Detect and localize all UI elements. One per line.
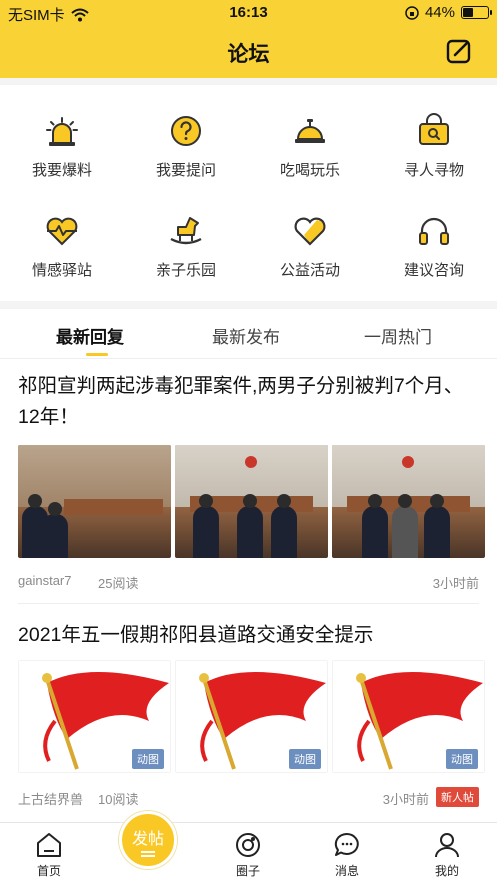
chat-bubble-icon: [334, 832, 359, 856]
post-images: 动图 动图 动图: [18, 660, 485, 773]
post-images: [18, 445, 485, 558]
category-baoliao[interactable]: 我要爆料: [0, 85, 124, 185]
post-title[interactable]: 2021年五一假期祁阳县道路交通安全提示: [18, 620, 479, 651]
heart-band-icon: [294, 217, 326, 246]
category-gongyi[interactable]: 公益活动: [248, 185, 372, 285]
orientation-lock-icon: [405, 5, 419, 20]
courtroom-photo: [332, 445, 485, 558]
nav-home[interactable]: 首页: [19, 831, 79, 879]
compose-icon[interactable]: [445, 37, 473, 65]
rocking-horse-icon: [170, 217, 202, 245]
post-image[interactable]: 动图: [175, 660, 328, 773]
category-label: 我要爆料: [31, 162, 92, 179]
nav-label: 圈子: [235, 864, 260, 878]
red-flag-image: 动图: [332, 660, 485, 773]
category-label: 吃喝玩乐: [279, 162, 340, 179]
category-xunren[interactable]: 寻人寻物: [372, 85, 496, 185]
post-time: 3小时前: [432, 576, 479, 591]
post-image[interactable]: [18, 445, 171, 558]
post-feed: 祁阳宣判两起涉毒犯罪案件,两男子分别被判7个月、12年！ gainstar7 2…: [0, 359, 497, 822]
circle-icon: [236, 833, 260, 857]
post-button-label: 发帖: [131, 831, 164, 848]
page-title: 论坛: [227, 43, 270, 66]
siren-icon: [46, 117, 78, 146]
red-flag-image: 动图: [18, 660, 171, 773]
user-icon: [435, 833, 459, 858]
category-label: 寻人寻物: [403, 162, 464, 179]
heart-pulse-icon: [46, 217, 78, 246]
food-bell-icon: [295, 119, 325, 143]
nav-label: 消息: [334, 864, 359, 878]
post-image[interactable]: [332, 445, 485, 558]
category-qinggan[interactable]: 情感驿站: [0, 185, 124, 285]
category-label: 公益活动: [279, 262, 340, 279]
nav-messages[interactable]: 消息: [317, 831, 377, 879]
courtroom-photo: [175, 445, 328, 558]
nav-label: 首页: [36, 864, 61, 878]
category-grid: 我要爆料 我要提问 吃喝玩乐 寻人寻物 情感驿站 亲子乐园 公益活动 建议咨询: [0, 85, 497, 301]
post-author[interactable]: gainstar7: [18, 573, 71, 588]
post-reads: 10阅读: [98, 792, 139, 807]
question-icon: [171, 116, 201, 146]
status-bar: 无SIM卡 16:13 44%: [0, 0, 497, 26]
post-image[interactable]: [175, 445, 328, 558]
active-tab-indicator: [86, 353, 108, 356]
search-bag-icon: [419, 113, 449, 145]
nav-label: 我的: [434, 864, 459, 878]
gif-badge: 动图: [289, 749, 321, 769]
menu-lines-icon: [141, 851, 155, 857]
post-image[interactable]: 动图: [18, 660, 171, 773]
post-reads: 25阅读: [98, 576, 139, 591]
feed-tabs: 最新回复 最新发布 一周热门: [0, 309, 497, 359]
post-title[interactable]: 祁阳宣判两起涉毒犯罪案件,两男子分别被判7个月、12年！: [18, 371, 479, 433]
category-tiwen[interactable]: 我要提问: [124, 85, 248, 185]
post-button[interactable]: 发帖: [119, 811, 177, 869]
gif-badge: 动图: [446, 749, 478, 769]
battery-icon: [461, 6, 492, 19]
red-flag-image: 动图: [175, 660, 328, 773]
category-qinzi[interactable]: 亲子乐园: [124, 185, 248, 285]
post-image[interactable]: 动图: [332, 660, 485, 773]
headphones-icon: [419, 217, 449, 245]
nav-mine[interactable]: 我的: [417, 831, 477, 879]
category-label: 建议咨询: [403, 262, 464, 279]
battery-percent: 44%: [424, 4, 455, 21]
tab-latest-post[interactable]: 最新发布: [212, 323, 280, 348]
post-divider: [18, 603, 479, 604]
post-time: 3小时前: [382, 792, 429, 807]
category-jianyi[interactable]: 建议咨询: [372, 185, 496, 285]
new-user-badge: 新人帖: [436, 787, 479, 807]
category-chihe[interactable]: 吃喝玩乐: [248, 85, 372, 185]
courtroom-photo: [18, 445, 171, 558]
nav-circle[interactable]: 圈子: [218, 831, 278, 879]
gif-badge: 动图: [132, 749, 164, 769]
category-label: 我要提问: [155, 162, 216, 179]
tab-latest-reply[interactable]: 最新回复: [56, 323, 124, 348]
category-label: 亲子乐园: [155, 262, 216, 279]
category-label: 情感驿站: [31, 262, 92, 279]
app-header: 无SIM卡 16:13 44% 论坛: [0, 0, 497, 78]
post-author[interactable]: 上古结界兽: [18, 789, 83, 808]
bottom-nav: 首页 发帖 圈子 消息 我的: [0, 811, 497, 883]
home-icon: [37, 833, 61, 857]
tab-weekly-hot[interactable]: 一周热门: [364, 323, 432, 348]
